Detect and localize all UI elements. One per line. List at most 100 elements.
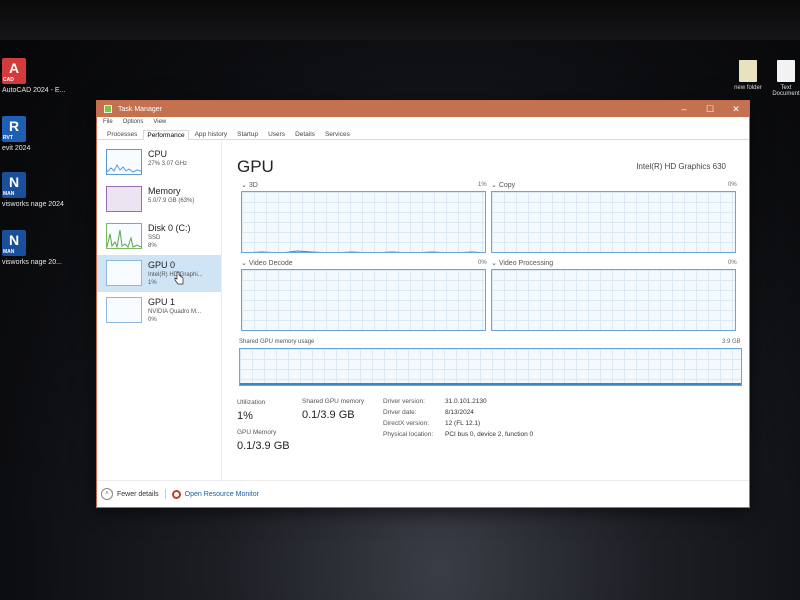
sidebar-item-label: Memory <box>148 186 181 196</box>
window-title: Task Manager <box>118 105 162 113</box>
directx-version-value: 12 (FL 12.1) <box>445 420 481 427</box>
desktop-icon-label: AutoCAD 2024 - E... <box>2 87 66 94</box>
desktop-icon-text-document[interactable]: Text Document <box>766 60 800 97</box>
autocad-icon: A CAD <box>2 58 26 84</box>
gpu-memory-label: GPU Memory <box>237 429 277 436</box>
sidebar-item-label: GPU 1 <box>148 297 176 307</box>
document-icon <box>777 60 795 82</box>
gpu-1-mini-graph <box>106 297 142 323</box>
shared-memory-max: 3.9 GB <box>722 339 741 345</box>
minimize-button[interactable]: – <box>671 104 697 114</box>
sidebar-item-disk[interactable]: Disk 0 (C:) SSD 8% <box>97 218 221 255</box>
graph-copy-label[interactable]: ⌄ Copy <box>491 181 515 189</box>
tab-performance[interactable]: Performance <box>143 130 189 140</box>
directx-version-label: DirectX version: <box>383 420 429 427</box>
graph-copy-percent: 0% <box>728 182 737 188</box>
desktop-icon-label: Text Document <box>772 85 800 97</box>
desktop-top-edge <box>0 0 800 40</box>
tab-bar: Processes Performance App history Startu… <box>97 127 749 140</box>
cpu-mini-graph <box>106 149 142 175</box>
desktop-icon-navisworks-1[interactable]: N MAN visworks nage 2024 <box>2 172 72 209</box>
revit-icon: R RVT <box>2 116 26 142</box>
tab-startup[interactable]: Startup <box>233 129 262 139</box>
navisworks-icon: N MAN <box>2 230 26 256</box>
sidebar-item-cpu[interactable]: CPU 27% 3.07 GHz <box>97 144 221 181</box>
tab-details[interactable]: Details <box>291 129 319 139</box>
shared-memory-fill <box>240 383 741 385</box>
physical-location-label: Physical location: <box>383 431 434 438</box>
menu-bar: File Options View <box>97 117 749 127</box>
shared-memory-stat-value: 0.1/3.9 GB <box>302 409 355 421</box>
graph-video-processing-percent: 0% <box>728 260 737 266</box>
sidebar-item-label: CPU <box>148 149 168 159</box>
graph-video-decode-percent: 0% <box>478 260 487 266</box>
open-resource-monitor-link[interactable]: Open Resource Monitor <box>185 491 259 498</box>
footer-bar: ˄ Fewer details Open Resource Monitor <box>97 480 749 507</box>
close-button[interactable]: ✕ <box>723 104 749 115</box>
tab-services[interactable]: Services <box>321 129 354 139</box>
gpu-0-mini-graph <box>106 260 142 286</box>
graph-video-decode-label[interactable]: ⌄ Video Decode <box>241 259 293 267</box>
desktop-icon-label: new folder <box>734 85 762 91</box>
graph-shared-memory <box>239 348 742 386</box>
graph-video-processing-label[interactable]: ⌄ Video Processing <box>491 259 553 267</box>
driver-date-value: 8/13/2024 <box>445 409 474 416</box>
desktop-icon-new-folder[interactable]: new folder <box>728 60 768 91</box>
graph-3d-percent: 1% <box>478 182 487 188</box>
sidebar-item-label: GPU 0 <box>148 260 176 270</box>
gpu-detail-panel: GPU Intel(R) HD Graphics 630 ⌄ 3D 1% ⌄ C… <box>237 141 742 479</box>
sidebar-item-gpu-0[interactable]: GPU 0 Intel(R) HD Graphi... 1% <box>97 255 221 292</box>
sidebar-item-detail: 5.0/7.9 GB (63%) <box>148 198 195 204</box>
driver-version-value: 31.0.101.2130 <box>445 398 487 405</box>
graph-video-decode <box>241 269 486 331</box>
physical-location-value: PCI bus 0, device 2, function 0 <box>445 431 534 438</box>
gpu-memory-value: 0.1/3.9 GB <box>237 440 290 452</box>
sidebar-item-detail: 27% 3.07 GHz <box>148 161 188 167</box>
page-title: GPU <box>237 157 274 176</box>
title-bar[interactable]: Task Manager – ☐ ✕ <box>97 101 749 117</box>
menu-options[interactable]: Options <box>123 119 144 125</box>
desktop-icon-label: visworks nage 20... <box>2 259 62 266</box>
divider <box>164 489 166 499</box>
desktop-icon-navisworks-2[interactable]: N MAN visworks nage 20... <box>2 230 72 267</box>
navisworks-icon: N MAN <box>2 172 26 198</box>
graph-copy <box>491 191 736 253</box>
sidebar-item-usage: 0% <box>148 317 157 323</box>
desktop-icon-label: evit 2024 <box>2 145 31 152</box>
menu-view[interactable]: View <box>153 119 166 125</box>
folder-icon <box>739 60 757 82</box>
gpu-model-name: Intel(R) HD Graphics 630 <box>636 162 726 171</box>
chevron-up-icon[interactable]: ˄ <box>101 488 113 500</box>
maximize-button[interactable]: ☐ <box>697 104 723 115</box>
resource-monitor-icon <box>171 489 181 499</box>
utilization-label: Utilization <box>237 399 266 406</box>
performance-sidebar: CPU 27% 3.07 GHz Memory 5.0/7.9 GB (63%)… <box>97 141 222 479</box>
hand-cursor-icon <box>174 271 184 285</box>
desktop-icon-revit[interactable]: R RVT evit 2024 <box>2 116 72 153</box>
driver-version-label: Driver version: <box>383 398 425 405</box>
sidebar-item-detail: SSD <box>148 235 161 241</box>
shared-memory-stat-label: Shared GPU memory <box>302 398 365 405</box>
desktop-icon-autocad[interactable]: A CAD AutoCAD 2024 - E... <box>2 58 72 95</box>
sidebar-item-usage: 8% <box>148 243 157 249</box>
sidebar-item-gpu-1[interactable]: GPU 1 NVIDIA Quadro M... 0% <box>97 292 221 329</box>
memory-mini-graph <box>106 186 142 212</box>
sidebar-item-memory[interactable]: Memory 5.0/7.9 GB (63%) <box>97 181 221 218</box>
fewer-details-link[interactable]: Fewer details <box>117 491 159 498</box>
sidebar-item-detail: NVIDIA Quadro M... <box>148 309 202 315</box>
tab-app-history[interactable]: App history <box>191 129 232 139</box>
task-manager-window: Task Manager – ☐ ✕ File Options View Pro… <box>96 100 750 508</box>
desktop-icon-label: visworks nage 2024 <box>2 201 64 208</box>
task-manager-icon <box>104 105 112 113</box>
graph-3d-label[interactable]: ⌄ 3D <box>241 181 258 189</box>
sidebar-item-label: Disk 0 (C:) <box>148 223 191 233</box>
disk-mini-graph <box>106 223 142 249</box>
graph-video-processing <box>491 269 736 331</box>
menu-file[interactable]: File <box>103 119 113 125</box>
shared-memory-label: Shared GPU memory usage <box>239 339 315 345</box>
tab-users[interactable]: Users <box>264 129 289 139</box>
tab-processes[interactable]: Processes <box>103 129 141 139</box>
driver-date-label: Driver date: <box>383 409 417 416</box>
graph-3d <box>241 191 486 253</box>
utilization-value: 1% <box>237 410 253 422</box>
